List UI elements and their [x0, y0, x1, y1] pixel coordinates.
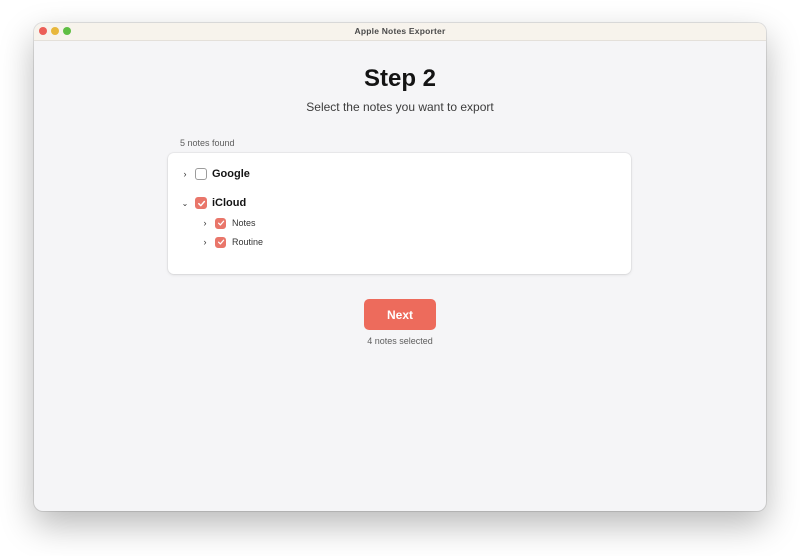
tree-row-icloud[interactable]: ⌄ iCloud	[180, 195, 246, 211]
tree-label-icloud: iCloud	[212, 197, 247, 209]
checkbox-notes[interactable]	[215, 217, 226, 229]
checkmark-icon	[217, 239, 224, 245]
tree-label-routine: Routine	[232, 237, 264, 247]
tree-row-routine[interactable]: › Routine	[200, 234, 263, 250]
title-bar: Apple Notes Exporter	[34, 23, 766, 41]
checkbox-routine[interactable]	[215, 236, 226, 248]
notes-tree-panel: › Google ⌄ iCloud › Notes › Routine	[168, 153, 631, 274]
chevron-right-icon[interactable]: ›	[200, 218, 210, 228]
chevron-down-icon[interactable]: ⌄	[180, 198, 190, 208]
app-window: Apple Notes Exporter Step 2 Select the n…	[34, 23, 766, 511]
checkbox-google[interactable]	[195, 168, 207, 180]
checkmark-icon	[197, 200, 205, 206]
tree-label-notes: Notes	[232, 218, 256, 228]
next-button[interactable]: Next	[364, 299, 436, 330]
notes-found-count: 5 notes found	[180, 138, 235, 148]
notes-selected-count: 4 notes selected	[367, 336, 433, 346]
checkmark-icon	[217, 220, 224, 226]
window-title: Apple Notes Exporter	[354, 26, 446, 36]
tree-label-google: Google	[212, 168, 250, 180]
chevron-right-icon[interactable]: ›	[200, 237, 210, 247]
page-subtitle: Select the notes you want to export	[306, 100, 494, 114]
tree-row-google[interactable]: › Google	[180, 166, 250, 182]
checkbox-icloud[interactable]	[195, 197, 207, 209]
page-title: Step 2	[363, 65, 437, 92]
tree-row-notes[interactable]: › Notes	[200, 215, 256, 231]
chevron-right-icon[interactable]: ›	[180, 169, 190, 179]
